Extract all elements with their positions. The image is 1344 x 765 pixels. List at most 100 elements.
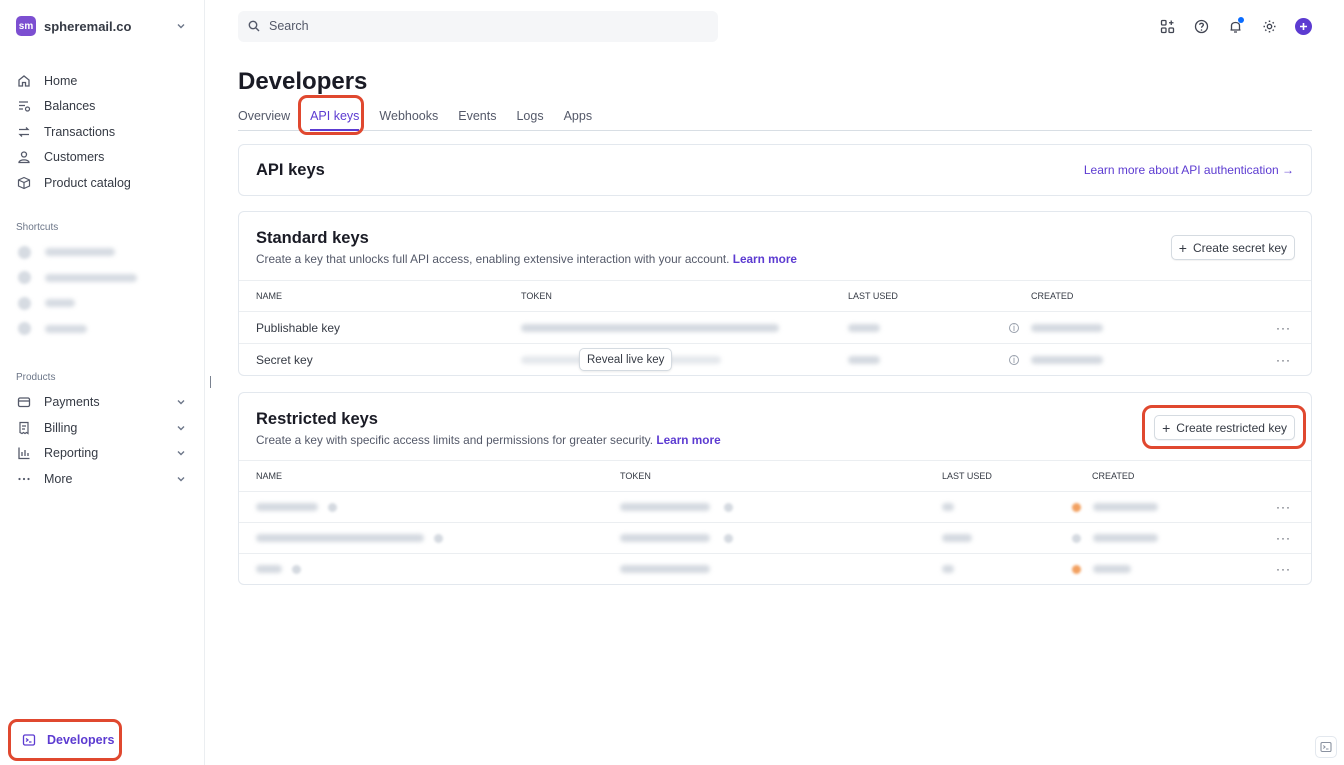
table-row[interactable]: ··· bbox=[239, 522, 1311, 553]
section-title: Restricted keys bbox=[256, 410, 378, 428]
create-plus-icon[interactable] bbox=[1295, 17, 1312, 35]
reveal-live-key-button[interactable]: Reveal live key bbox=[579, 348, 673, 371]
sidebar-item-billing[interactable]: Billing bbox=[16, 415, 188, 441]
blurred-last-used bbox=[848, 323, 880, 332]
sidebar-item-payments[interactable]: Payments bbox=[16, 390, 188, 416]
notifications-icon[interactable] bbox=[1227, 17, 1244, 34]
create-restricted-key-button[interactable]: + Create restricted key bbox=[1154, 415, 1295, 440]
sidebar: sm spheremail.co Home Balances Transacti… bbox=[0, 0, 205, 765]
chevron-down-icon bbox=[174, 446, 188, 460]
search-input[interactable]: Search bbox=[238, 10, 718, 42]
terminal-icon bbox=[21, 732, 37, 748]
sidebar-item-product-catalog[interactable]: Product catalog bbox=[16, 170, 188, 196]
sidebar-item-more[interactable]: More bbox=[16, 466, 188, 492]
learn-more-api-auth-link[interactable]: Learn more about API authentication → bbox=[1084, 163, 1294, 177]
sidebar-item-balances[interactable]: Balances bbox=[16, 94, 188, 120]
row-actions-icon[interactable]: ··· bbox=[1276, 562, 1291, 576]
info-icon[interactable]: i bbox=[1009, 322, 1019, 333]
shortcuts-section-title: Shortcuts bbox=[16, 221, 59, 233]
tab-webhooks[interactable]: Webhooks bbox=[379, 96, 438, 130]
blurred-last-used bbox=[942, 503, 954, 511]
apps-icon[interactable] bbox=[1159, 18, 1175, 34]
column-header-last-used: LAST USED bbox=[848, 291, 898, 301]
sidebar-item-reporting[interactable]: Reporting bbox=[16, 441, 188, 467]
products-nav: Payments Billing Reporting More bbox=[16, 390, 188, 492]
blurred-token bbox=[620, 503, 710, 511]
sidebar-item-label: Product catalog bbox=[44, 175, 131, 190]
table-row[interactable]: Publishable key i ··· bbox=[239, 311, 1311, 343]
product-catalog-icon bbox=[16, 175, 32, 191]
table-row[interactable]: ··· bbox=[239, 553, 1311, 584]
shortcut-item[interactable] bbox=[16, 316, 188, 342]
sidebar-item-label: Reporting bbox=[44, 446, 99, 461]
products-section-title: Products bbox=[16, 371, 56, 383]
sidebar-item-label: More bbox=[44, 471, 73, 486]
learn-more-link[interactable]: Learn more bbox=[733, 252, 797, 266]
sidebar-item-label: Customers bbox=[44, 150, 105, 165]
home-icon bbox=[16, 73, 32, 89]
row-actions-icon[interactable]: ··· bbox=[1276, 500, 1291, 514]
gear-icon[interactable] bbox=[1261, 18, 1277, 34]
more-icon bbox=[16, 471, 32, 487]
account-switcher[interactable]: sm spheremail.co bbox=[16, 0, 188, 52]
search-icon bbox=[248, 20, 261, 33]
blurred-key-name bbox=[256, 534, 424, 542]
status-dot bbox=[1072, 564, 1081, 574]
create-secret-key-button[interactable]: + Create secret key bbox=[1170, 235, 1295, 260]
learn-more-link[interactable]: Learn more bbox=[656, 433, 720, 447]
table-row[interactable]: ··· bbox=[239, 491, 1311, 522]
chevron-down-icon bbox=[174, 395, 188, 409]
shortcut-icon bbox=[18, 271, 31, 285]
column-header-name: NAME bbox=[256, 471, 283, 481]
status-dot bbox=[1072, 502, 1081, 512]
row-actions-icon[interactable]: ··· bbox=[1276, 353, 1291, 367]
sidebar-item-developers[interactable]: Developers bbox=[8, 719, 122, 761]
sidebar-item-transactions[interactable]: Transactions bbox=[16, 119, 188, 145]
blurred-created bbox=[1031, 323, 1103, 332]
tab-apps[interactable]: Apps bbox=[564, 96, 593, 130]
blurred-last-used bbox=[942, 565, 954, 573]
restricted-keys-card: Restricted keys Create a key with specif… bbox=[238, 392, 1312, 585]
column-header-last-used: LAST USED bbox=[942, 471, 992, 481]
status-dot bbox=[1072, 533, 1081, 543]
developer-tabs: Overview API keys Webhooks Events Logs A… bbox=[238, 95, 1312, 135]
section-description: Create a key with specific access limits… bbox=[256, 433, 721, 447]
shortcut-icon bbox=[18, 296, 31, 310]
terminal-icon[interactable] bbox=[1315, 736, 1337, 758]
table-header: NAME TOKEN LAST USED CREATED bbox=[239, 280, 1311, 311]
section-description: Create a key that unlocks full API acces… bbox=[256, 252, 797, 266]
help-icon[interactable] bbox=[1193, 18, 1209, 34]
sidebar-item-home[interactable]: Home bbox=[16, 68, 188, 94]
chevron-down-icon bbox=[174, 472, 188, 486]
column-header-created: CREATED bbox=[1092, 471, 1135, 481]
tab-events[interactable]: Events bbox=[458, 96, 496, 130]
shortcut-item[interactable] bbox=[16, 265, 188, 291]
sidebar-item-label: Payments bbox=[44, 395, 100, 410]
sidebar-item-customers[interactable]: Customers bbox=[16, 145, 188, 171]
tab-overview[interactable]: Overview bbox=[238, 96, 290, 130]
row-actions-icon[interactable]: ··· bbox=[1276, 321, 1291, 335]
chevron-down-icon bbox=[174, 19, 188, 33]
shortcut-item[interactable] bbox=[16, 240, 188, 266]
tab-api-keys[interactable]: API keys bbox=[310, 96, 360, 131]
key-name: Publishable key bbox=[256, 320, 341, 335]
column-header-token: TOKEN bbox=[521, 291, 552, 301]
blurred-key-name bbox=[256, 565, 282, 573]
shortcut-icon bbox=[18, 322, 31, 336]
customers-icon bbox=[16, 149, 32, 165]
column-header-name: NAME bbox=[256, 291, 283, 301]
transactions-icon bbox=[16, 124, 32, 140]
table-row[interactable]: Secret key Reveal live key i ··· bbox=[239, 343, 1311, 375]
topbar-actions bbox=[1159, 17, 1312, 35]
section-title: API keys bbox=[256, 160, 325, 179]
shortcut-item[interactable] bbox=[16, 291, 188, 317]
section-title: Standard keys bbox=[256, 229, 369, 247]
standard-keys-card: Standard keys Create a key that unlocks … bbox=[238, 211, 1312, 376]
reporting-icon bbox=[16, 445, 32, 461]
sidebar-item-label: Home bbox=[44, 73, 78, 88]
tab-logs[interactable]: Logs bbox=[516, 96, 543, 130]
info-icon[interactable]: i bbox=[1009, 354, 1019, 365]
row-actions-icon[interactable]: ··· bbox=[1276, 531, 1291, 545]
blurred-created bbox=[1093, 503, 1158, 511]
main-content: Search Developers Overview API keys Webh… bbox=[205, 0, 1344, 765]
